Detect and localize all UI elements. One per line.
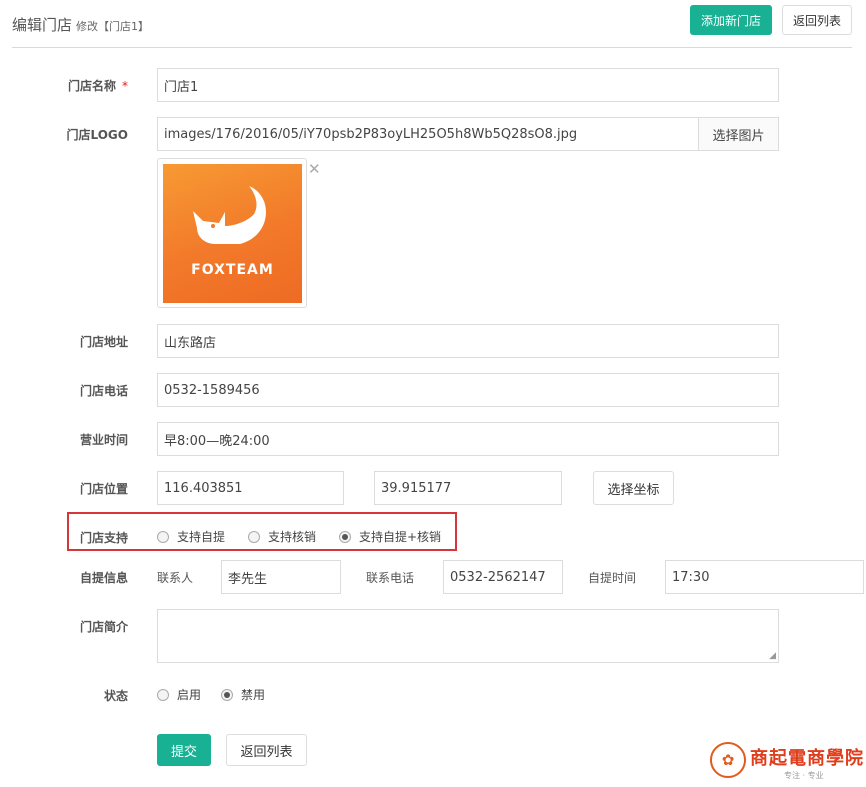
pickup-time-label: 自提时间 <box>588 571 637 585</box>
store-name-input[interactable]: 门店1 <box>157 68 779 102</box>
store-support-label: 门店支持 <box>79 531 128 545</box>
logo-path-input[interactable]: images/176/2016/05/iY70psb2P83oyLH25O5h8… <box>157 117 699 151</box>
watermark-subtitle: 专注 · 专业 <box>784 771 824 780</box>
status-enabled-radio[interactable]: 启用 <box>157 686 201 703</box>
store-logo-label: 门店LOGO <box>66 128 128 142</box>
business-hours-input[interactable]: 早8:00—晚24:00 <box>157 422 779 456</box>
page-title-text: 编辑门店 <box>12 16 73 34</box>
contact-label: 联系人 <box>157 571 194 585</box>
business-hours-label: 营业时间 <box>79 433 128 447</box>
store-location-label: 门店位置 <box>79 482 128 496</box>
contact-phone-label: 联系电话 <box>366 571 415 585</box>
logo-preview: FOXTEAM <box>157 158 307 308</box>
store-phone-input[interactable]: 0532-1589456 <box>157 373 779 407</box>
support-pickup-verify-radio[interactable]: 支持自提+核销 <box>339 528 441 545</box>
pickup-info-label: 自提信息 <box>79 571 128 585</box>
select-image-button[interactable]: 选择图片 <box>698 117 779 151</box>
status-disabled-radio[interactable]: 禁用 <box>221 686 265 703</box>
select-coordinates-button[interactable]: 选择坐标 <box>593 471 674 505</box>
page-title: 编辑门店 修改【门店1】 <box>12 14 149 35</box>
longitude-input[interactable]: 116.403851 <box>157 471 344 505</box>
pickup-time-input[interactable]: 17:30 <box>665 560 864 594</box>
logo-image: FOXTEAM <box>163 164 302 303</box>
contact-input[interactable]: 李先生 <box>221 560 341 594</box>
resize-grip-icon[interactable]: ◢ <box>769 651 776 661</box>
support-pickup-radio[interactable]: 支持自提 <box>157 528 225 545</box>
back-to-list-button[interactable]: 返回列表 <box>226 734 307 766</box>
submit-button[interactable]: 提交 <box>157 734 211 766</box>
watermark-logo: ✿ 商起電商學院 专注 · 专业 <box>710 742 863 782</box>
store-address-label: 门店地址 <box>79 335 128 349</box>
contact-phone-input[interactable]: 0532-2562147 <box>443 560 563 594</box>
store-intro-textarea[interactable]: ◢ <box>157 609 779 663</box>
store-address-input[interactable]: 山东路店 <box>157 324 779 358</box>
latitude-input[interactable]: 39.915177 <box>374 471 562 505</box>
back-to-list-button-top[interactable]: 返回列表 <box>782 5 852 35</box>
watermark-title: 商起電商學院 <box>750 748 864 769</box>
page-subtitle: 修改【门店1】 <box>76 20 150 33</box>
watermark-emblem-icon: ✿ <box>710 742 746 778</box>
store-name-label: 门店名称 * <box>67 79 128 93</box>
add-store-button[interactable]: 添加新门店 <box>690 5 772 35</box>
radio-dot[interactable] <box>157 530 169 543</box>
close-icon[interactable]: ✕ <box>308 160 321 178</box>
radio-dot[interactable] <box>157 688 169 701</box>
radio-dot-checked[interactable] <box>221 688 233 701</box>
required-mark: * <box>122 79 128 93</box>
store-phone-label: 门店电话 <box>79 384 128 398</box>
fox-icon <box>193 186 266 244</box>
radio-dot-checked[interactable] <box>339 530 351 543</box>
status-label: 状态 <box>103 689 128 703</box>
logo-brand-text: FOXTEAM <box>191 262 274 278</box>
radio-dot[interactable] <box>248 530 260 543</box>
support-verify-radio[interactable]: 支持核销 <box>248 528 316 545</box>
store-intro-label: 门店简介 <box>79 620 128 634</box>
